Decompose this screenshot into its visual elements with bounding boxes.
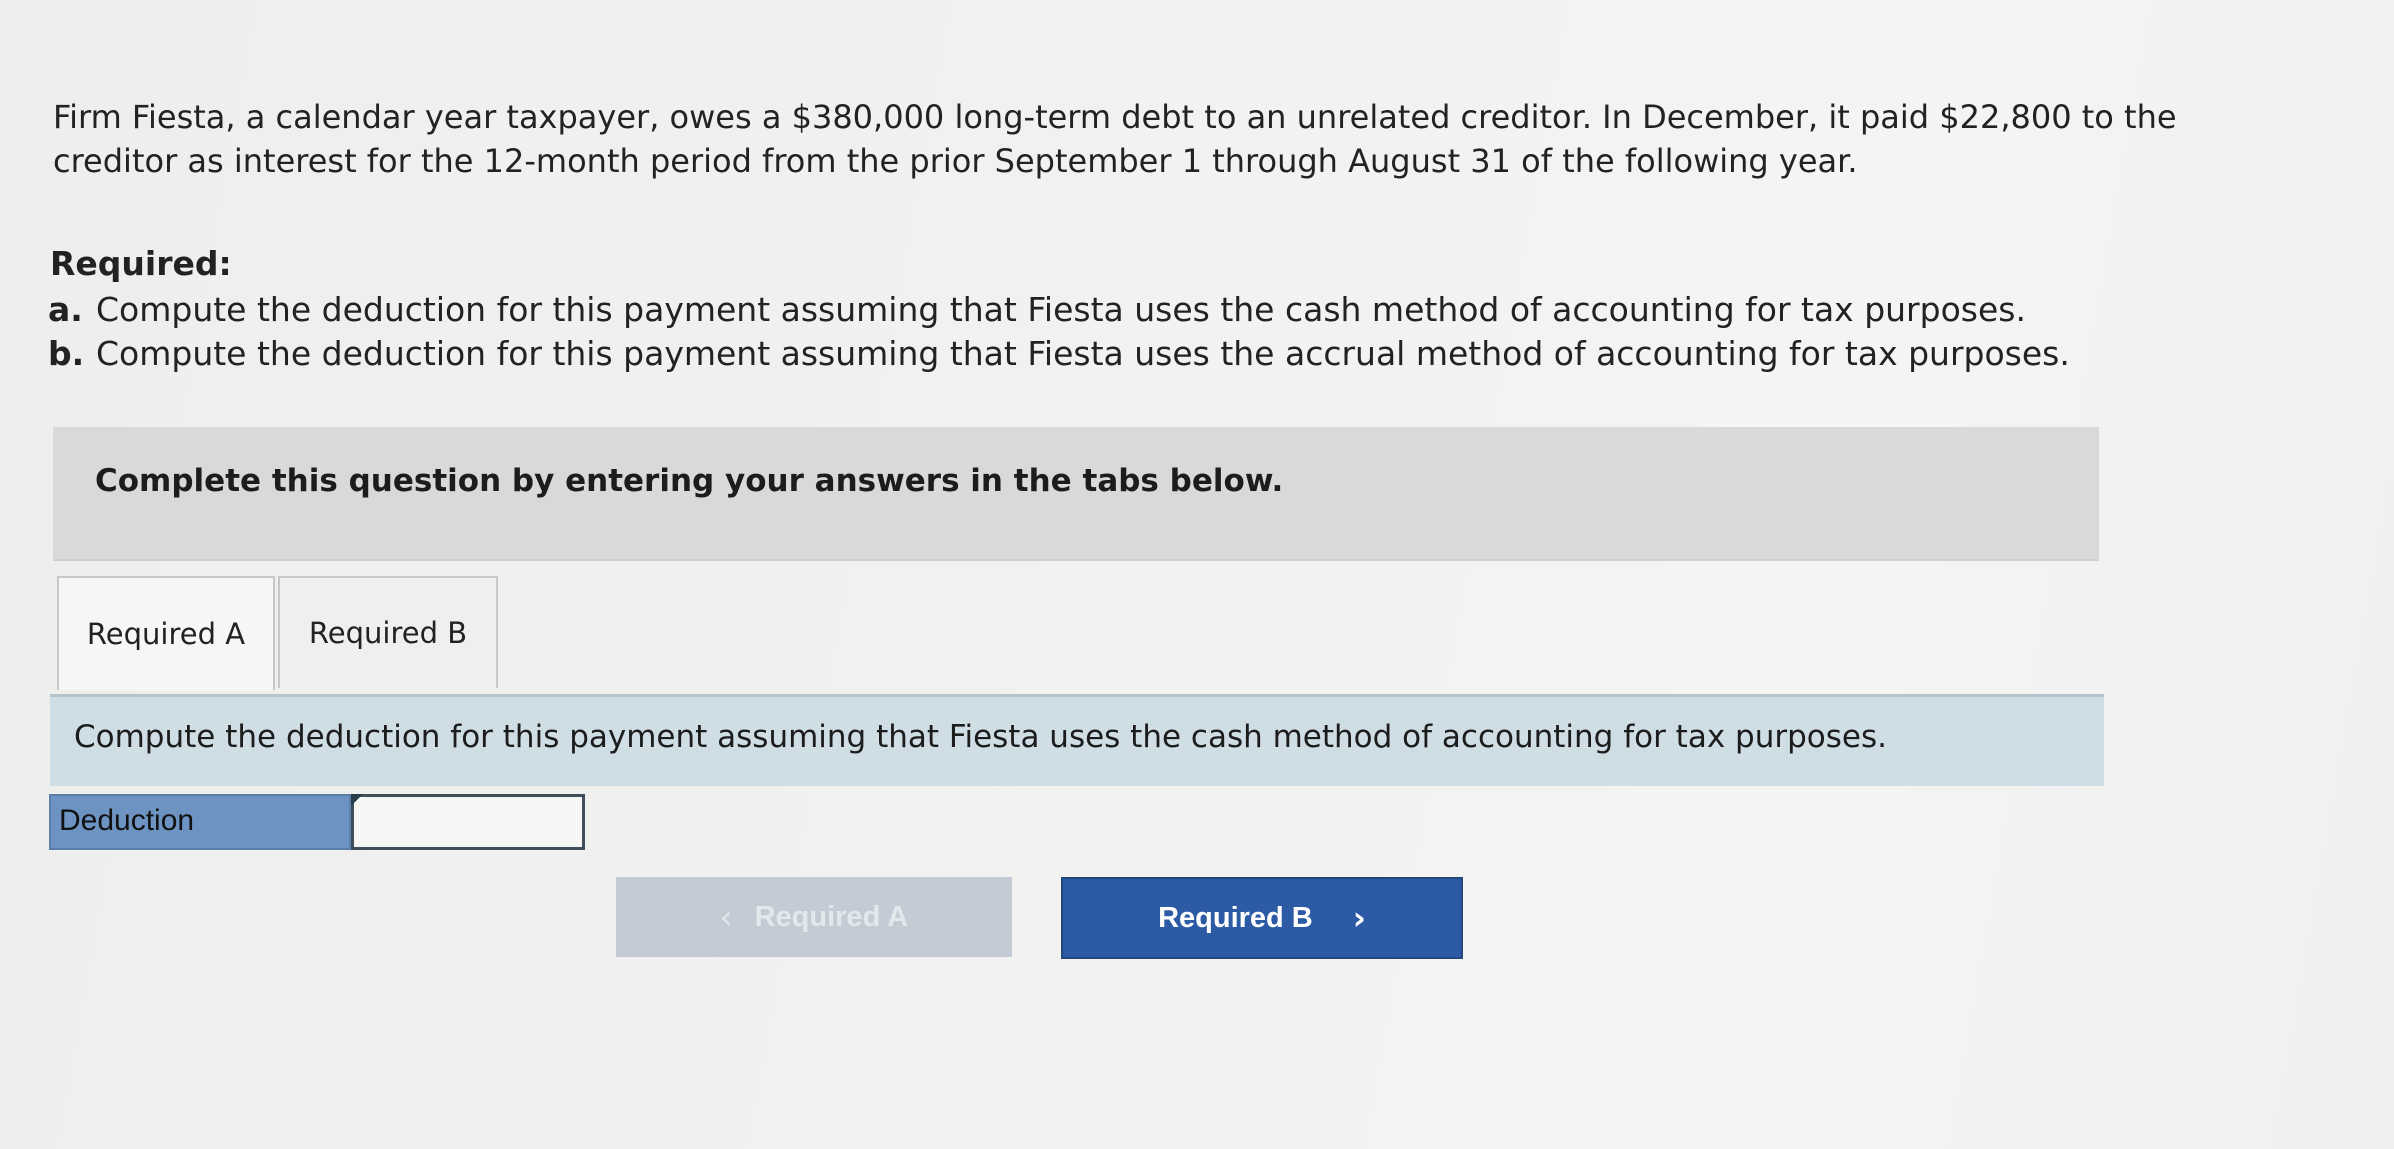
chevron-left-icon: ‹ [719, 898, 733, 936]
next-button-label: Required B [1158, 901, 1313, 934]
tab-label: Required A [86, 617, 246, 651]
next-required-b-button[interactable]: Required B › [1061, 877, 1463, 959]
prev-required-a-button[interactable]: ‹ Required A [616, 877, 1012, 957]
deduction-input[interactable] [351, 794, 585, 850]
input-corner-marker-icon [351, 794, 363, 806]
instruction-banner: Complete this question by entering your … [53, 427, 2099, 561]
instruction-text: Complete this question by entering your … [95, 463, 1284, 499]
deduction-row: Deduction [49, 794, 585, 850]
problem-line-2: creditor as interest for the 12-month pe… [53, 142, 1858, 180]
required-heading: Required: [50, 244, 232, 283]
required-item-text: Compute the deduction for this payment a… [96, 290, 2026, 329]
required-item-letter: a. [48, 290, 83, 329]
required-item-b: b. Compute the deduction for this paymen… [48, 332, 2070, 376]
tab-required-a[interactable]: Required A [57, 576, 275, 690]
required-item-a: a. Compute the deduction for this paymen… [48, 288, 2070, 332]
prev-button-label: Required A [754, 900, 909, 933]
tab-required-b[interactable]: Required B [278, 576, 498, 688]
required-item-text: Compute the deduction for this payment a… [96, 334, 2070, 373]
tab-label: Required B [308, 616, 468, 650]
deduction-label: Deduction [49, 794, 351, 850]
task-prompt: Compute the deduction for this payment a… [74, 719, 1887, 755]
required-section: Required: a. Compute the deduction for t… [48, 242, 2070, 376]
chevron-right-icon: › [1352, 899, 1366, 937]
problem-line-1: Firm Fiesta, a calendar year taxpayer, o… [53, 98, 2177, 136]
task-panel: Compute the deduction for this payment a… [50, 694, 2104, 786]
required-item-letter: b. [48, 334, 85, 373]
problem-statement: Firm Fiesta, a calendar year taxpayer, o… [53, 95, 2313, 183]
